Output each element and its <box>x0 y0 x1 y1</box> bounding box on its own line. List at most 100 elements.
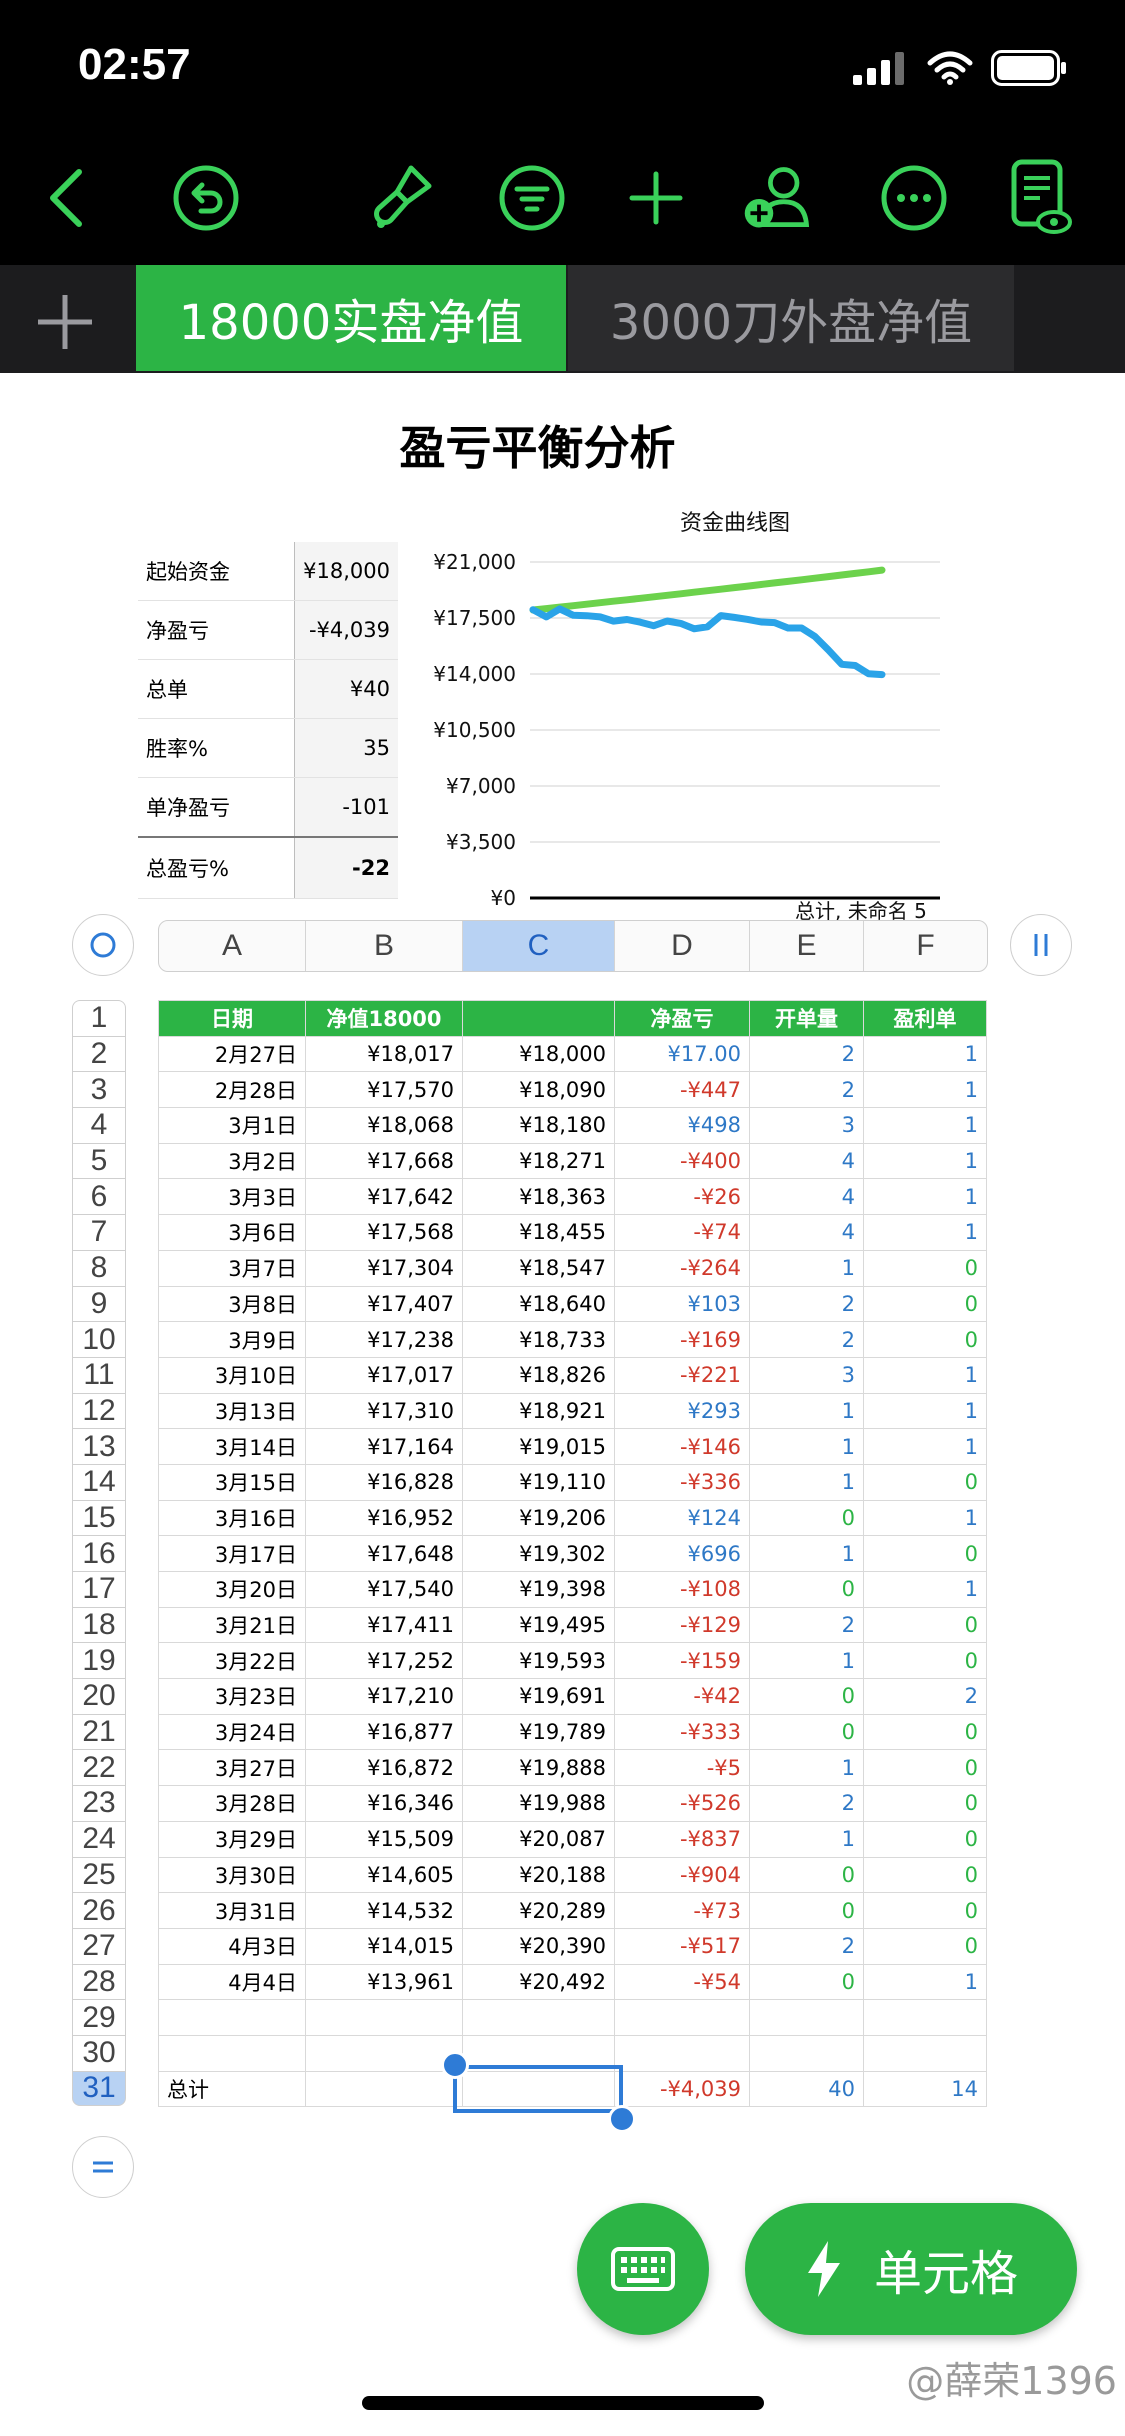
row-header[interactable]: 22 <box>72 1749 126 1786</box>
table-cell[interactable]: 2 <box>749 1035 864 1073</box>
table-cell[interactable]: 0 <box>749 1713 864 1751</box>
table-cell[interactable]: -¥526 <box>614 1785 750 1822</box>
row-header[interactable]: 9 <box>72 1285 126 1322</box>
summary-value[interactable]: -101 <box>294 777 398 838</box>
row-header[interactable]: 4 <box>72 1107 126 1143</box>
table-cell[interactable]: 3月28日 <box>158 1785 306 1822</box>
table-cell[interactable] <box>614 1999 750 2036</box>
table-cell[interactable]: 0 <box>863 1642 987 1680</box>
summary-label[interactable]: 单净盈亏 <box>138 777 296 838</box>
table-cell[interactable]: ¥20,188 <box>462 1856 615 1894</box>
summary-value[interactable]: ¥40 <box>294 659 398 719</box>
table-cell[interactable]: 1 <box>863 1071 987 1109</box>
table-cell[interactable]: 3月3日 <box>158 1178 306 1216</box>
table-cell[interactable]: 3月14日 <box>158 1428 306 1465</box>
table-cell[interactable]: 1 <box>749 1535 864 1572</box>
row-header[interactable]: 2 <box>72 1035 126 1072</box>
table-cell[interactable]: -¥73 <box>614 1892 750 1929</box>
table-cell[interactable]: -¥447 <box>614 1071 750 1109</box>
row-header[interactable]: 18 <box>72 1606 126 1643</box>
table-cell[interactable]: 4月3日 <box>158 1927 306 1965</box>
table-cell[interactable]: ¥19,888 <box>462 1749 615 1787</box>
table-cell[interactable]: 1 <box>749 1392 864 1430</box>
table-cell[interactable]: ¥16,952 <box>305 1499 463 1537</box>
table-cell[interactable]: 0 <box>863 1785 987 1822</box>
table-cell[interactable]: 3 <box>749 1356 864 1394</box>
row-header[interactable]: 7 <box>72 1214 126 1250</box>
table-cell[interactable]: ¥17,304 <box>305 1249 463 1287</box>
table-cell[interactable]: 2 <box>749 1321 864 1358</box>
table-cell[interactable]: 1 <box>863 1107 987 1144</box>
column-header-b[interactable]: B <box>306 921 463 971</box>
table-cell[interactable]: 3月23日 <box>158 1678 306 1715</box>
table-cell[interactable]: ¥498 <box>614 1107 750 1144</box>
table-cell[interactable]: 1 <box>749 1749 864 1787</box>
tab-18000-real-equity[interactable]: 18000实盘净值 <box>136 265 566 371</box>
row-header[interactable]: 19 <box>72 1642 126 1679</box>
header-cell[interactable]: 日期 <box>158 1000 306 1037</box>
column-header-e[interactable]: E <box>750 921 864 971</box>
row-header[interactable]: 6 <box>72 1178 126 1215</box>
table-cell[interactable]: 0 <box>863 1820 987 1858</box>
table-cell[interactable]: 1 <box>749 1820 864 1858</box>
table-cell[interactable]: 4 <box>749 1214 864 1251</box>
row-header[interactable]: 8 <box>72 1249 126 1286</box>
table-cell[interactable]: 0 <box>749 1963 864 2001</box>
table-cell[interactable]: ¥18,068 <box>305 1107 463 1144</box>
organize-button[interactable] <box>494 160 570 236</box>
table-cell[interactable]: ¥18,180 <box>462 1107 615 1144</box>
summary-value[interactable]: -22 <box>294 836 398 899</box>
table-cell[interactable]: 0 <box>863 1892 987 1929</box>
table-cell[interactable]: 2 <box>749 1606 864 1644</box>
table-cell[interactable]: ¥19,015 <box>462 1428 615 1465</box>
table-cell[interactable]: ¥18,017 <box>305 1035 463 1073</box>
table-cell[interactable]: ¥18,090 <box>462 1071 615 1109</box>
table-cell[interactable]: ¥15,509 <box>305 1820 463 1858</box>
table-cell[interactable]: ¥16,346 <box>305 1785 463 1822</box>
table-cell[interactable]: ¥19,593 <box>462 1642 615 1680</box>
table-cell[interactable]: ¥17,568 <box>305 1214 463 1251</box>
table-cell[interactable]: ¥20,289 <box>462 1892 615 1929</box>
table-cell[interactable]: -¥5 <box>614 1749 750 1787</box>
insert-button[interactable] <box>618 160 694 236</box>
table-cell[interactable]: 0 <box>863 1463 987 1501</box>
add-row-button[interactable] <box>72 2136 134 2198</box>
table-cell[interactable]: -¥333 <box>614 1713 750 1751</box>
table-cell[interactable] <box>614 2034 750 2072</box>
tab-3000-foreign-equity[interactable]: 3000刀外盘净值 <box>568 265 1014 371</box>
table-cell[interactable]: ¥124 <box>614 1499 750 1537</box>
table-cell[interactable]: 1 <box>863 1035 987 1073</box>
table-cell[interactable]: ¥18,640 <box>462 1285 615 1323</box>
table-cell[interactable]: 3月13日 <box>158 1392 306 1430</box>
row-header[interactable]: 1 <box>72 1000 126 1036</box>
selection-handle-top[interactable] <box>441 2051 469 2079</box>
header-cell[interactable]: 开单量 <box>749 1000 864 1037</box>
table-cell[interactable]: 0 <box>749 1499 864 1537</box>
cell-button[interactable]: 单元格 <box>745 2203 1077 2335</box>
table-cell[interactable]: ¥17,668 <box>305 1142 463 1180</box>
table-cell[interactable] <box>749 1999 864 2036</box>
table-cell[interactable]: ¥13,961 <box>305 1963 463 2001</box>
table-cell[interactable]: ¥19,789 <box>462 1713 615 1751</box>
table-cell[interactable]: -¥159 <box>614 1642 750 1680</box>
row-header[interactable]: 21 <box>72 1713 126 1750</box>
row-header[interactable]: 17 <box>72 1571 126 1607</box>
collaborate-button[interactable] <box>740 160 816 236</box>
table-cell[interactable]: -¥221 <box>614 1356 750 1394</box>
format-button[interactable] <box>364 160 440 236</box>
table-cell[interactable]: 0 <box>863 1713 987 1751</box>
table-cell[interactable]: 3 <box>749 1107 864 1144</box>
table-cell[interactable] <box>863 1999 987 2036</box>
table-cell[interactable]: ¥19,988 <box>462 1785 615 1822</box>
summary-value[interactable]: ¥18,000 <box>294 542 398 601</box>
cell-selection[interactable] <box>453 2065 623 2113</box>
table-cell[interactable]: ¥17,238 <box>305 1321 463 1358</box>
table-cell[interactable]: 1 <box>749 1463 864 1501</box>
table-cell[interactable]: -¥517 <box>614 1927 750 1965</box>
summary-label[interactable]: 胜率% <box>138 718 296 778</box>
table-cell[interactable]: ¥18,363 <box>462 1178 615 1216</box>
table-cell[interactable]: ¥17,017 <box>305 1356 463 1394</box>
table-cell[interactable]: 2月27日 <box>158 1035 306 1073</box>
more-button[interactable] <box>876 160 952 236</box>
table-cell[interactable]: ¥696 <box>614 1535 750 1572</box>
